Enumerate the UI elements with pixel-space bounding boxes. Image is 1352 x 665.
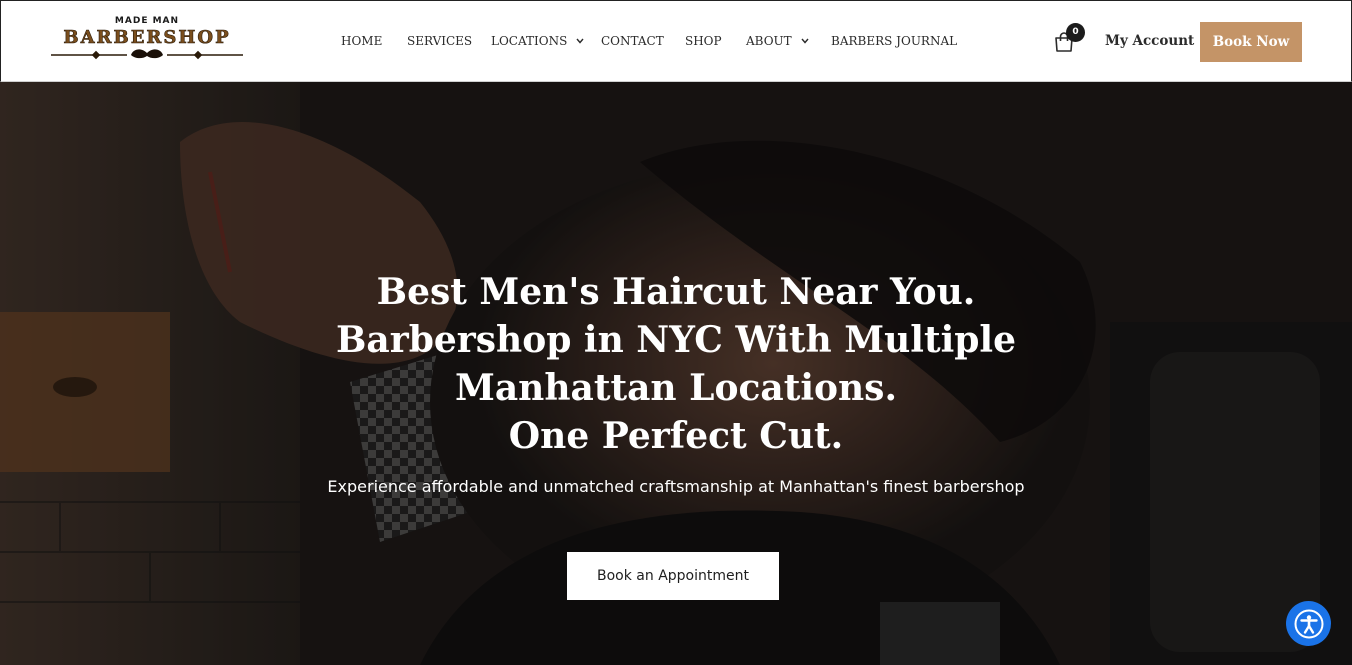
hero-title-line: Manhattan Locations. <box>454 367 897 409</box>
cart-count-badge: 0 <box>1066 23 1085 42</box>
hero-content: Best Men's Haircut Near You. Barbershop … <box>276 268 1076 497</box>
nav-item-services[interactable]: SERVICES <box>407 34 472 48</box>
nav-item-label: SHOP <box>685 34 722 48</box>
logo-main-text: BARBERSHOP <box>63 27 231 49</box>
nav-item-shop[interactable]: SHOP <box>685 34 722 48</box>
nav-item-label: HOME <box>341 34 383 48</box>
nav-item-label: CONTACT <box>601 34 664 48</box>
accessibility-icon <box>1294 609 1323 638</box>
hero-subtitle: Experience affordable and unmatched craf… <box>327 477 1025 496</box>
nav-item-home[interactable]: HOME <box>341 34 382 48</box>
chevron-down-icon <box>800 38 809 44</box>
logo[interactable]: MADE MAN BARBERSHOP <box>49 16 245 66</box>
mustache-icon <box>51 49 243 60</box>
nav-item-label: ABOUT <box>746 34 792 48</box>
hero-title-line: One Perfect Cut. <box>508 415 844 457</box>
nav-item-barbers-journal[interactable]: BARBERS JOURNAL <box>831 34 957 48</box>
nav-item-label: LOCATIONS <box>491 34 568 48</box>
logo-top-text: MADE MAN <box>114 16 180 26</box>
hero-title-line: Barbershop in NYC With Multiple <box>335 319 1017 361</box>
hero-title: Best Men's Haircut Near You. Barbershop … <box>276 268 1076 460</box>
chevron-down-icon <box>576 38 584 44</box>
nav-item-contact[interactable]: CONTACT <box>601 34 664 48</box>
nav-item-label: SERVICES <box>407 34 473 48</box>
site-header: MADE MAN BARBERSHOP HOME SERVICES LOCATI… <box>0 0 1352 82</box>
book-now-button[interactable]: Book Now <box>1200 22 1302 62</box>
nav-item-about[interactable]: ABOUT <box>746 34 809 48</box>
hero-section: Best Men's Haircut Near You. Barbershop … <box>0 82 1352 665</box>
nav-item-label: BARBERS JOURNAL <box>831 34 958 48</box>
hero-title-line: Best Men's Haircut Near You. <box>376 271 976 313</box>
book-appointment-button[interactable]: Book an Appointment <box>567 552 779 600</box>
my-account-link[interactable]: My Account <box>1105 33 1194 49</box>
accessibility-button[interactable] <box>1286 601 1331 646</box>
nav-item-locations[interactable]: LOCATIONS <box>491 34 584 48</box>
